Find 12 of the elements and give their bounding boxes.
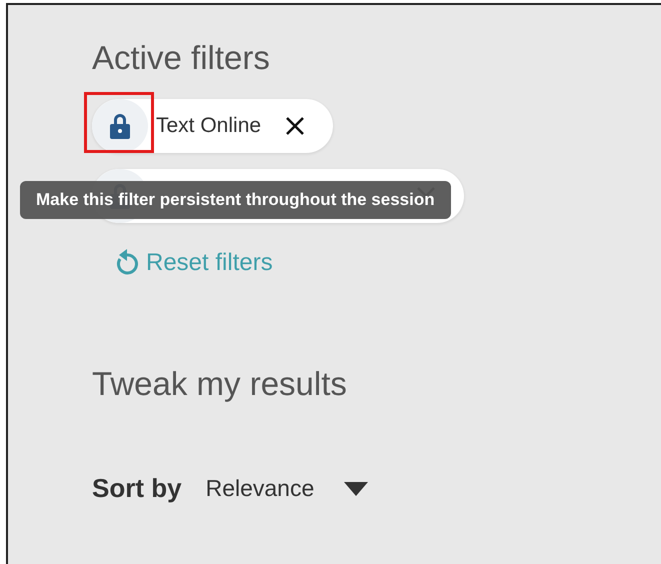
- section-heading: Active filters: [92, 39, 271, 77]
- sort-label: Sort by: [92, 473, 182, 504]
- highlight-frame: [84, 92, 154, 153]
- sort-dropdown[interactable]: Relevance: [206, 475, 368, 502]
- filter-label: Text Online: [156, 114, 262, 138]
- caret-icon: [344, 482, 368, 496]
- close-icon: [285, 116, 306, 136]
- reset-icon: [114, 249, 140, 277]
- lock-icon: [109, 113, 131, 139]
- lock-button[interactable]: [92, 99, 148, 153]
- section-heading: Tweak my results: [92, 365, 348, 403]
- tooltip: Make this filter persistent throughout the session: [20, 181, 451, 219]
